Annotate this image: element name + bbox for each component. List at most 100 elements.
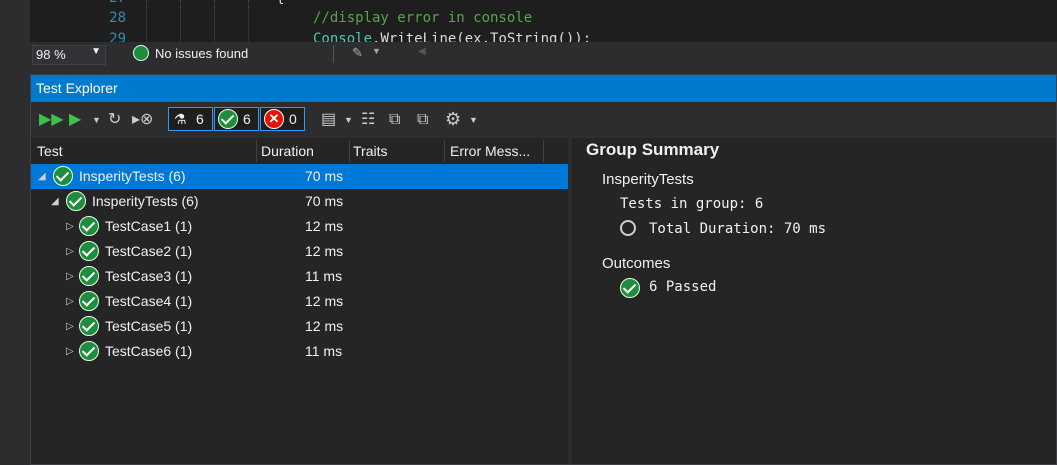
line-number: 28 [109,10,126,26]
zoom-value: 98 % [36,47,66,62]
check-icon [79,291,99,311]
tree-row[interactable]: ▷ TestCase4 (1) 12 ms [31,289,568,314]
tree-row[interactable]: ▷ TestCase5 (1) 12 ms [31,314,568,339]
test-explorer-panel: Test Explorer ▶▶ ▶ ▼ ↻ ▸⊗ ⚗ 6 6 ✕ 0 ▤ ▼ … [30,74,1057,465]
scroll-left-icon[interactable]: ◀ [418,46,426,57]
check-icon [133,45,149,61]
chevron-down-icon: ▼ [91,46,101,57]
passed-tests-filter[interactable]: 6 [214,107,259,131]
code-rest-token: .WriteLine(ex.ToString()); [372,31,592,42]
panel-titlebar[interactable]: Test Explorer [31,75,1056,102]
expand-arrow-icon[interactable]: ▷ [66,264,74,289]
line-number: 29 [109,31,126,42]
rerun-icon[interactable]: ↻ [108,110,121,130]
column-separator[interactable] [256,140,257,162]
chevron-down-icon[interactable]: ▼ [469,110,478,130]
column-header: Test Duration Traits Error Mess... [31,138,568,164]
total-tests-filter[interactable]: ⚗ 6 [168,107,213,131]
tree-row-name: TestCase4 (1) [105,293,193,309]
collapse-arrow-icon[interactable]: ◢ [51,189,59,214]
tree-row[interactable]: ▷ TestCase1 (1) 12 ms [31,214,568,239]
expand-all-icon[interactable]: ⧉ [389,110,400,130]
indent-guide [214,0,215,42]
expand-arrow-icon[interactable]: ▷ [66,214,74,239]
group-by-icon[interactable]: ☷ [361,110,375,130]
summary-group-name: InsperityTests [602,171,694,188]
expand-arrow-icon[interactable]: ▷ [66,239,74,264]
failed-tests-filter[interactable]: ✕ 0 [260,107,305,131]
total-duration: Total Duration: 70 ms [649,221,827,237]
tree-row-duration: 11 ms [305,268,343,284]
expand-arrow-icon[interactable]: ▷ [66,289,74,314]
passed-outcome[interactable]: 6 Passed [649,279,716,295]
clock-icon [620,220,636,236]
code-line: Console.WriteLine(ex.ToString()); [313,31,591,42]
total-count: 6 [196,111,204,127]
collapse-all-icon[interactable]: ⧉ [417,110,428,130]
group-summary-pane: Group Summary InsperityTests Tests in gr… [572,138,1056,464]
tree-row-duration: 12 ms [305,243,344,259]
tree-row-name: InsperityTests (6) [92,193,199,209]
tree-row-duration: 12 ms [305,218,344,234]
tree-row[interactable]: ◢ InsperityTests (6) 70 ms [31,189,568,214]
expand-arrow-icon[interactable]: ▷ [66,339,74,364]
check-icon [79,341,99,361]
tree-row[interactable]: ▷ TestCase2 (1) 12 ms [31,239,568,264]
test-tree: Test Duration Traits Error Mess... ◢ Ins… [31,138,568,464]
indent-guide [248,0,249,42]
tree-row-duration: 11 ms [305,343,343,359]
tree-row-duration: 70 ms [305,168,344,184]
run-all-icon[interactable]: ▶▶ [39,110,64,130]
brush-icon[interactable]: ✎ [352,45,363,61]
check-icon [79,216,99,236]
cancel-run-icon[interactable]: ▸⊗ [132,110,153,130]
test-explorer-toolbar: ▶▶ ▶ ▼ ↻ ▸⊗ ⚗ 6 6 ✕ 0 ▤ ▼ ☷ ⧉ ⧉ ⚙ ▼ [31,102,1056,138]
check-icon [620,278,640,298]
panel-title: Test Explorer [36,80,118,96]
code-class-token: Console [313,31,373,42]
tree-row-name: InsperityTests (6) [79,168,186,184]
check-icon [79,316,99,336]
tree-row[interactable]: ◢ InsperityTests (6) 70 ms [31,164,568,189]
passed-count: 6 [243,111,251,127]
code-line: { [276,0,284,6]
failed-count: 0 [289,111,297,127]
code-editor[interactable]: 27 { 28 //display error in console 29 Co… [30,0,1057,42]
gear-icon[interactable]: ⚙ [445,109,461,129]
tree-row-duration: 12 ms [305,318,344,334]
check-icon [66,191,86,211]
column-duration[interactable]: Duration [261,143,314,159]
error-icon: ✕ [264,109,284,129]
tree-row-name: TestCase2 (1) [105,243,193,259]
column-separator[interactable] [349,140,350,162]
column-error-message[interactable]: Error Mess... [450,143,530,159]
collapse-arrow-icon[interactable]: ◢ [38,164,46,189]
line-number: 27 [86,0,126,6]
column-traits[interactable]: Traits [353,143,387,159]
check-icon [53,166,73,186]
run-icon[interactable]: ▶ [69,110,81,130]
expand-arrow-icon[interactable]: ▷ [66,314,74,339]
outcomes-label: Outcomes [602,255,671,272]
chevron-down-icon[interactable]: ▼ [372,46,381,56]
playlist-icon[interactable]: ▤ [321,110,336,130]
check-icon [79,266,99,286]
indent-guide [180,0,181,42]
chevron-down-icon[interactable]: ▼ [344,110,353,130]
issues-status[interactable]: No issues found [155,46,248,61]
editor-status-bar: 98 % ▼ No issues found ✎ ▼ ◀ [30,42,1057,66]
tree-row-name: TestCase5 (1) [105,318,193,334]
tree-row[interactable]: ▷ TestCase3 (1) 11 ms [31,264,568,289]
column-separator[interactable] [543,140,544,162]
indent-guide [146,0,147,42]
check-icon [79,241,99,261]
tree-row-name: TestCase6 (1) [105,343,193,359]
column-separator[interactable] [444,140,445,162]
column-test[interactable]: Test [37,143,63,159]
chevron-down-icon[interactable]: ▼ [92,110,101,130]
zoom-dropdown[interactable]: 98 % ▼ [32,45,106,65]
tree-row-name: TestCase3 (1) [105,268,193,284]
tree-row[interactable]: ▷ TestCase6 (1) 11 ms [31,339,568,364]
separator [333,45,334,63]
flask-icon: ⚗ [174,111,187,127]
